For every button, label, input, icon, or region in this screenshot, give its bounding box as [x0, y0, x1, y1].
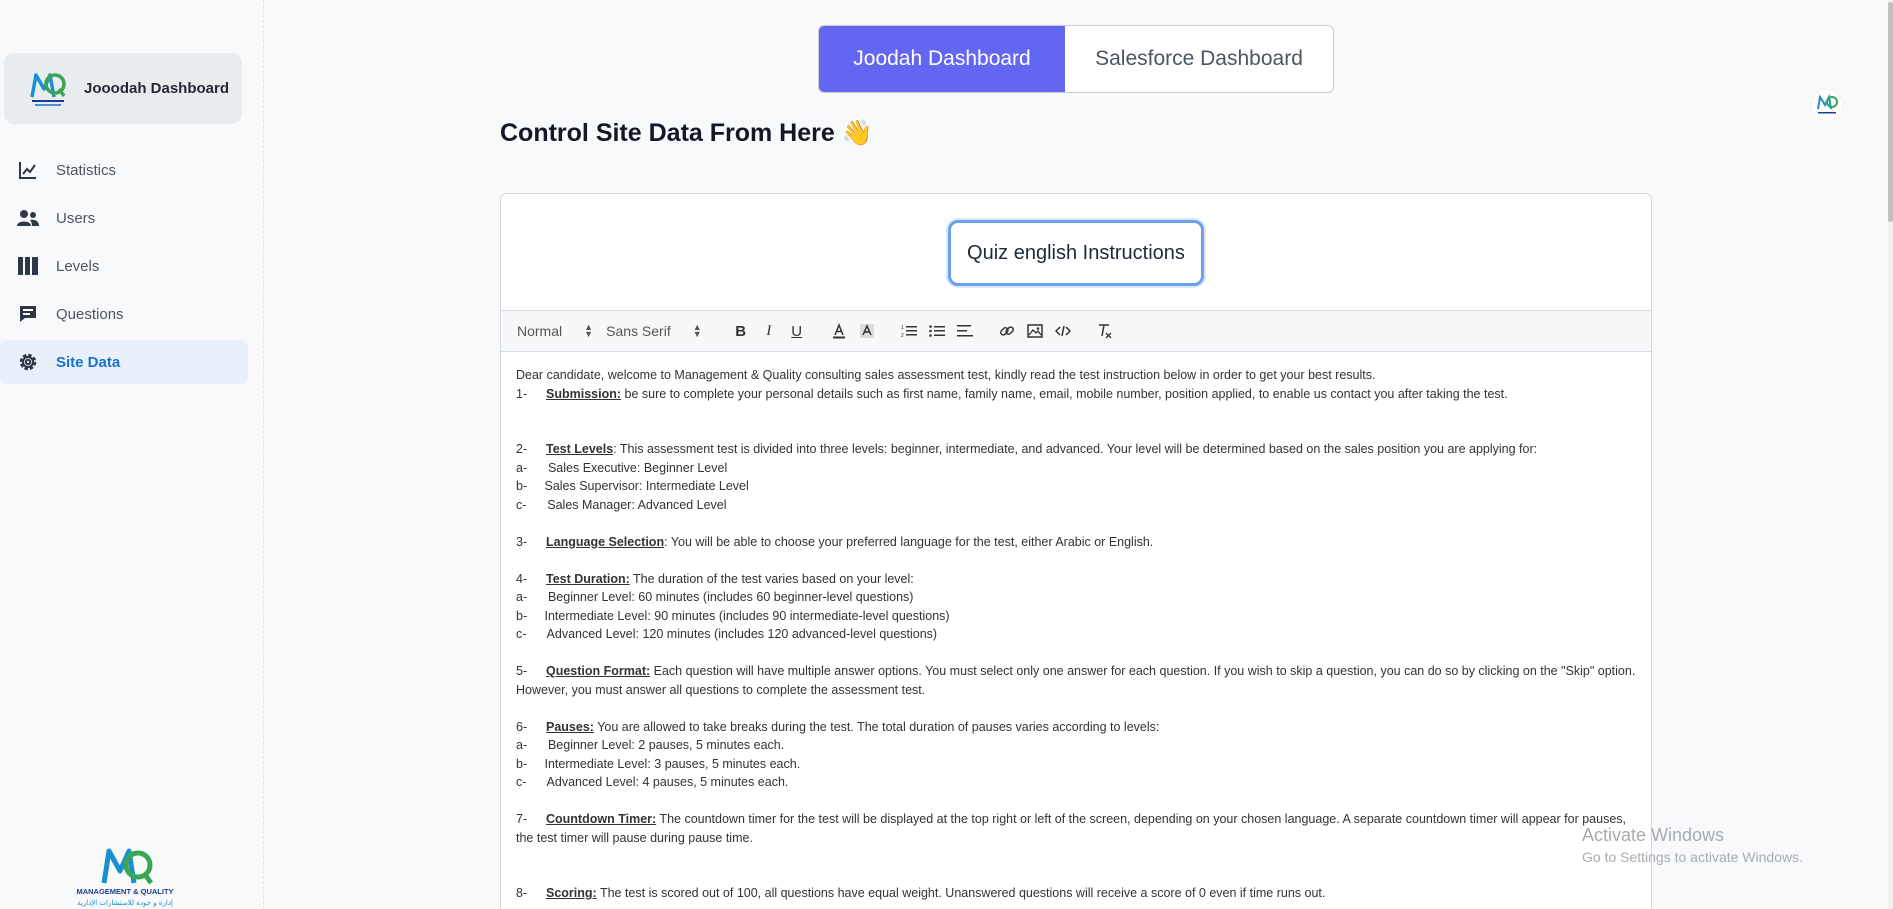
format-select[interactable]: Normal ▲ ▼: [517, 322, 594, 340]
list-item: b- Sales Supervisor: Intermediate Level: [516, 479, 749, 493]
dashboard-switch: Joodah Dashboard Salesforce Dashboard: [818, 25, 1334, 93]
brand-title: Jooodah Dashboard: [84, 80, 230, 97]
list-item: c- Advanced Level: 4 pauses, 5 minutes e…: [516, 775, 789, 789]
chart-line-icon: [16, 158, 40, 182]
sidebar-item-label: Site Data: [56, 353, 121, 371]
sidebar-item-users[interactable]: Users: [0, 196, 248, 240]
editor-card: Quiz english Instructions Normal ▲ ▼ Sans…: [500, 193, 1652, 909]
sidebar-item-label: Statistics: [56, 161, 117, 179]
brand-logo: [26, 67, 70, 111]
page-title: Control Site Data From Here 👋: [500, 119, 873, 147]
font-select[interactable]: Sans Serif ▲ ▼: [606, 322, 702, 340]
company-logo-text: MANAGEMENT & QUALITY: [76, 887, 173, 896]
sidebar-item-statistics[interactable]: Statistics: [0, 148, 248, 192]
list-item: 2- Test Levels: This assessment test is d…: [516, 442, 1538, 456]
sidebar-nav: Statistics Users Levels Questions Site D…: [0, 148, 248, 388]
editor-content[interactable]: Dear candidate, welcome to Management & …: [501, 366, 1651, 903]
gear-icon: [16, 350, 40, 374]
list-item: c- Advanced Level: 120 minutes (includes…: [516, 627, 938, 641]
scrollbar-thumb[interactable]: [1888, 2, 1893, 222]
bold-icon[interactable]: B: [729, 319, 753, 343]
sidebar: Jooodah Dashboard Statistics Users Level…: [0, 0, 264, 909]
text-color-icon[interactable]: [827, 319, 851, 343]
font-select-value: Sans Serif: [606, 323, 671, 339]
format-select-value: Normal: [517, 323, 563, 339]
ordered-list-icon[interactable]: 12: [897, 319, 921, 343]
sidebar-item-questions[interactable]: Questions: [0, 292, 248, 336]
sidebar-item-label: Levels: [56, 257, 100, 275]
code-icon[interactable]: [1051, 319, 1075, 343]
list-item: 3- Language Selection: You will be able t…: [516, 534, 1154, 549]
users-icon: [16, 206, 40, 230]
align-icon[interactable]: [953, 319, 977, 343]
tab-salesforce-dashboard[interactable]: Salesforce Dashboard: [1065, 26, 1333, 92]
list-item: b- Intermediate Level: 90 minutes (inclu…: [516, 608, 950, 623]
editor-toolbar: Normal ▲ ▼ Sans Serif ▲ ▼ B I U 12: [501, 310, 1651, 352]
list-item: 5- Question Format: Each question will ha…: [516, 664, 1639, 697]
caret-updown-icon: ▲ ▼: [584, 322, 594, 339]
sidebar-item-levels[interactable]: Levels: [0, 244, 248, 288]
list-item: 7- Countdown Timer: The countdown timer f…: [516, 812, 1630, 845]
sidebar-item-label: Questions: [56, 305, 124, 323]
background-color-icon[interactable]: [855, 319, 879, 343]
svg-text:2: 2: [901, 333, 904, 338]
caret-updown-icon: ▲ ▼: [692, 322, 702, 339]
watermark-line1: Activate Windows: [1582, 825, 1725, 845]
list-item: a- Sales Executive: Beginner Level: [516, 460, 728, 475]
intro-text: Dear candidate, welcome to Management & …: [516, 368, 1376, 382]
brand-header[interactable]: Jooodah Dashboard: [4, 53, 242, 124]
list-item: b- Intermediate Level: 3 pauses, 5 minut…: [516, 756, 801, 771]
comment-icon: [16, 302, 40, 326]
list-item: a- Beginner Level: 60 minutes (includes …: [516, 590, 914, 604]
underline-icon[interactable]: U: [785, 319, 809, 343]
sidebar-item-site-data[interactable]: Site Data: [0, 340, 248, 384]
list-item: 1- Submission: be sure to complete your p…: [516, 386, 1508, 401]
columns-icon: [16, 254, 40, 278]
watermark-line2: Go to Settings to activate Windows.: [1582, 849, 1803, 865]
avatar[interactable]: [1810, 88, 1844, 122]
list-item: 4- Test Duration: The duration of the tes…: [516, 571, 914, 586]
company-logo: MANAGEMENT & QUALITY إدارة و جودة للاستش…: [72, 845, 178, 909]
italic-icon[interactable]: I: [757, 319, 781, 343]
list-item: c- Sales Manager: Advanced Level: [516, 497, 727, 512]
image-icon[interactable]: [1023, 319, 1047, 343]
clear-format-icon[interactable]: [1093, 319, 1117, 343]
list-item: 8- Scoring: The test is scored out of 100…: [516, 886, 1326, 900]
list-item: 6- Pauses: You are allowed to take breaks…: [516, 719, 1160, 734]
svg-text:1: 1: [901, 325, 904, 331]
bullet-list-icon[interactable]: [925, 319, 949, 343]
sidebar-item-label: Users: [56, 209, 96, 227]
link-icon[interactable]: [995, 319, 1019, 343]
company-logo-arabic: إدارة و جودة للاستشارات الإدارية: [77, 899, 173, 907]
page-scrollbar[interactable]: [1888, 0, 1893, 909]
list-item: a- Beginner Level: 2 pauses, 5 minutes e…: [516, 738, 785, 752]
windows-activation-watermark: Activate Windows Go to Settings to activ…: [1582, 825, 1803, 865]
instructions-select[interactable]: Quiz english Instructions: [948, 220, 1204, 286]
tab-joodah-dashboard[interactable]: Joodah Dashboard: [819, 26, 1065, 92]
